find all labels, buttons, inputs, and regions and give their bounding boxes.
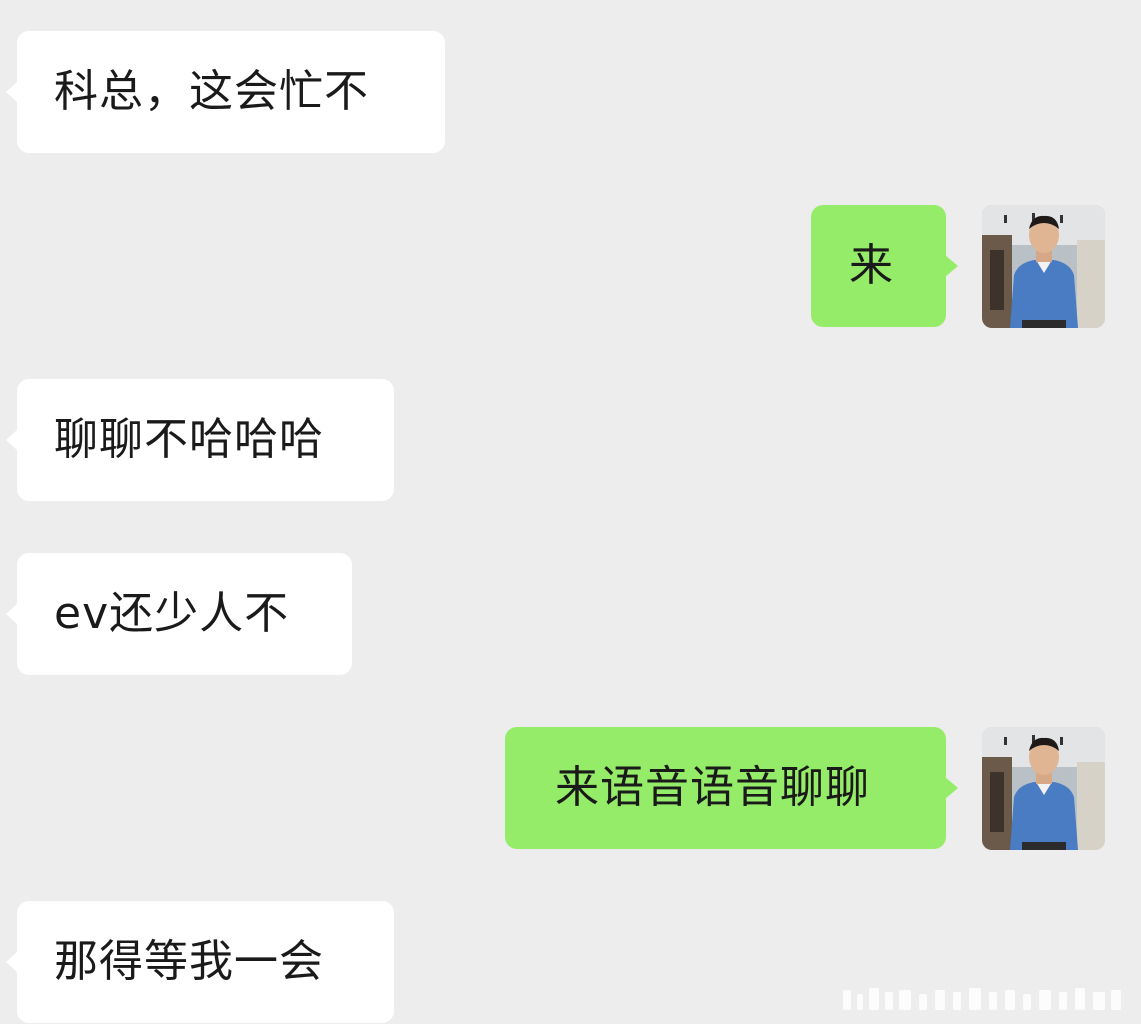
message-text: 来语音语音聊聊 bbox=[555, 762, 870, 813]
message-text: ev还少人不 bbox=[54, 588, 290, 639]
message-bubble-incoming[interactable]: ev还少人不 bbox=[6, 553, 352, 675]
message-text: 科总，这会忙不 bbox=[54, 66, 369, 117]
message-text: 聊聊不哈哈哈 bbox=[54, 414, 324, 465]
watermark-icon bbox=[843, 988, 1121, 1010]
message-bubble-outgoing[interactable]: 来语音语音聊聊 bbox=[505, 727, 958, 849]
chat-thread: 科总，这会忙不 来 聊聊不哈哈哈 ev还少人不 来语音语音聊聊 那得等我一会 bbox=[0, 0, 1141, 1024]
avatar[interactable] bbox=[982, 727, 1105, 850]
user-avatar-icon bbox=[982, 727, 1105, 850]
message-bubble-incoming[interactable]: 聊聊不哈哈哈 bbox=[6, 379, 394, 501]
message-bubble-outgoing[interactable]: 来 bbox=[811, 205, 958, 327]
message-bubble-incoming[interactable]: 科总，这会忙不 bbox=[6, 31, 445, 153]
message-text: 那得等我一会 bbox=[54, 936, 324, 987]
user-avatar-icon bbox=[982, 205, 1105, 328]
message-bubble-incoming[interactable]: 那得等我一会 bbox=[6, 901, 394, 1023]
message-text: 来 bbox=[849, 240, 894, 291]
avatar[interactable] bbox=[982, 205, 1105, 328]
